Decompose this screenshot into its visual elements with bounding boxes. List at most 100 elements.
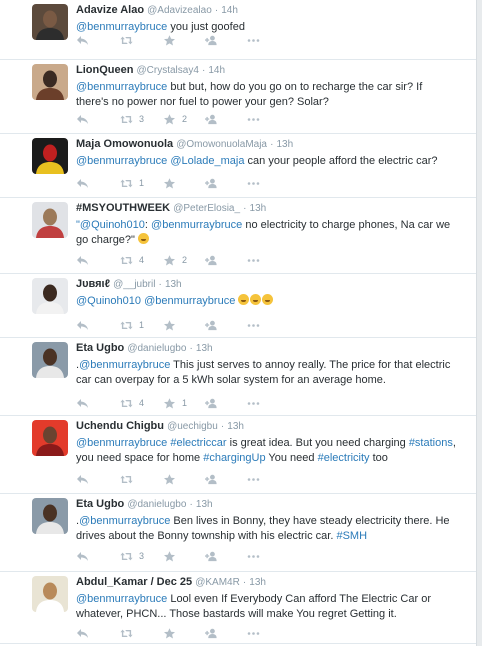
- hashtag-link[interactable]: #electriccar: [170, 437, 226, 449]
- avatar[interactable]: [32, 342, 68, 378]
- favorite-button[interactable]: 1: [163, 396, 205, 410]
- reply-button[interactable]: [76, 33, 120, 47]
- favorite-button[interactable]: 2: [163, 112, 205, 126]
- author-fullname[interactable]: Eta Ugbo: [76, 342, 124, 354]
- tweet-timestamp[interactable]: 13h: [250, 203, 267, 214]
- follow-button[interactable]: [205, 318, 247, 332]
- reply-button[interactable]: [76, 549, 120, 563]
- scrollbar-track[interactable]: [476, 0, 482, 646]
- more-button[interactable]: [247, 626, 277, 640]
- tweet[interactable]: Uchendu Chigbu @uechigbu · 13h @benmurray…: [0, 416, 476, 494]
- author-username[interactable]: @__jubril: [113, 279, 155, 290]
- author-username[interactable]: @uechigbu: [167, 421, 218, 432]
- avatar[interactable]: [32, 576, 68, 612]
- favorite-button[interactable]: [163, 472, 205, 486]
- retweet-button[interactable]: 1: [120, 318, 163, 332]
- tweet[interactable]: LionQueen @Crystalsay4 · 14h @benmurraybr…: [0, 60, 476, 134]
- retweet-button[interactable]: 1: [120, 176, 163, 190]
- hashtag-link[interactable]: #chargingUp: [203, 452, 265, 464]
- tweet[interactable]: #MSYOUTHWEEK @PeterElosia_ · 13h "@Quinoh…: [0, 198, 476, 274]
- tweet-timestamp[interactable]: 13h: [196, 499, 213, 510]
- favorite-button[interactable]: [163, 176, 205, 190]
- follow-button[interactable]: [205, 626, 247, 640]
- more-button[interactable]: [247, 396, 277, 410]
- author-fullname[interactable]: Maja Omowonuola: [76, 138, 173, 150]
- tweet[interactable]: Maja Omowonuola @OmowonuolaMaja · 13h @be…: [0, 134, 476, 198]
- more-button[interactable]: [247, 472, 277, 486]
- more-button[interactable]: [247, 112, 277, 126]
- more-button[interactable]: [247, 549, 277, 563]
- mention-link[interactable]: @Quinoh010: [80, 219, 145, 231]
- tweet-timestamp[interactable]: 13h: [196, 343, 213, 354]
- follow-button[interactable]: [205, 176, 247, 190]
- reply-button[interactable]: [76, 626, 120, 640]
- mention-link[interactable]: @benmurraybruce: [76, 593, 167, 605]
- tweet[interactable]: Eta Ugbo @danielugbo · 13h .@benmurraybru…: [0, 338, 476, 416]
- reply-button[interactable]: [76, 253, 120, 267]
- retweet-button[interactable]: 3: [120, 112, 163, 126]
- tweet-timestamp[interactable]: 13h: [165, 279, 182, 290]
- favorite-button[interactable]: [163, 549, 205, 563]
- mention-link[interactable]: @benmurraybruce: [76, 155, 167, 167]
- follow-button[interactable]: [205, 396, 247, 410]
- author-fullname[interactable]: Eta Ugbo: [76, 498, 124, 510]
- avatar[interactable]: [32, 202, 68, 238]
- author-username[interactable]: @Crystalsay4: [137, 65, 199, 76]
- avatar[interactable]: [32, 4, 68, 40]
- author-username[interactable]: @PeterElosia_: [173, 203, 240, 214]
- author-username[interactable]: @danielugbo: [127, 343, 186, 354]
- more-button[interactable]: [247, 176, 277, 190]
- author-fullname[interactable]: Uchendu Chigbu: [76, 420, 164, 432]
- more-button[interactable]: [247, 33, 277, 47]
- reply-button[interactable]: [76, 396, 120, 410]
- author-fullname[interactable]: LionQueen: [76, 64, 133, 76]
- favorite-button[interactable]: [163, 33, 205, 47]
- retweet-button[interactable]: 4: [120, 396, 163, 410]
- hashtag-link[interactable]: #electricity: [318, 452, 370, 464]
- avatar[interactable]: [32, 278, 68, 314]
- favorite-button[interactable]: 2: [163, 253, 205, 267]
- author-fullname[interactable]: Jυвяιℓ: [76, 278, 110, 290]
- tweet-timestamp[interactable]: 13h: [249, 577, 266, 588]
- mention-link[interactable]: @benmurraybruce: [79, 515, 170, 527]
- mention-link[interactable]: @Quinoh010: [76, 295, 141, 307]
- follow-button[interactable]: [205, 33, 247, 47]
- mention-link[interactable]: @benmurraybruce: [76, 437, 167, 449]
- more-button[interactable]: [247, 318, 277, 332]
- tweet-timestamp[interactable]: 13h: [276, 139, 293, 150]
- mention-link[interactable]: @Lolade_maja: [170, 155, 244, 167]
- author-username[interactable]: @OmowonuolaMaja: [176, 139, 267, 150]
- follow-button[interactable]: [205, 253, 247, 267]
- author-username[interactable]: @Adavizealao: [147, 5, 212, 16]
- follow-button[interactable]: [205, 472, 247, 486]
- tweet-timestamp[interactable]: 14h: [208, 65, 225, 76]
- follow-button[interactable]: [205, 112, 247, 126]
- tweet[interactable]: Eta Ugbo @danielugbo · 13h .@benmurraybru…: [0, 494, 476, 572]
- reply-button[interactable]: [76, 472, 120, 486]
- avatar[interactable]: [32, 420, 68, 456]
- reply-button[interactable]: [76, 176, 120, 190]
- author-fullname[interactable]: #MSYOUTHWEEK: [76, 202, 170, 214]
- tweet-timestamp[interactable]: 14h: [221, 5, 238, 16]
- mention-link[interactable]: @benmurraybruce: [144, 295, 235, 307]
- retweet-button[interactable]: [120, 626, 163, 640]
- author-fullname[interactable]: Adavize Alao: [76, 4, 144, 16]
- follow-button[interactable]: [205, 549, 247, 563]
- mention-link[interactable]: @benmurraybruce: [151, 219, 242, 231]
- retweet-button[interactable]: [120, 472, 163, 486]
- mention-link[interactable]: @benmurraybruce: [76, 21, 167, 33]
- reply-button[interactable]: [76, 112, 120, 126]
- retweet-button[interactable]: [120, 33, 163, 47]
- retweet-button[interactable]: 3: [120, 549, 163, 563]
- hashtag-link[interactable]: #SMH: [336, 530, 367, 542]
- author-username[interactable]: @danielugbo: [127, 499, 186, 510]
- favorite-button[interactable]: [163, 318, 205, 332]
- hashtag-link[interactable]: #stations: [409, 437, 453, 449]
- favorite-button[interactable]: [163, 626, 205, 640]
- mention-link[interactable]: @benmurraybruce: [79, 359, 170, 371]
- author-username[interactable]: @KAM4R: [195, 577, 240, 588]
- tweet[interactable]: Abdul_Kamar / Dec 25 @KAM4R · 13h @benmur…: [0, 572, 476, 644]
- avatar[interactable]: [32, 64, 68, 100]
- avatar[interactable]: [32, 138, 68, 174]
- author-fullname[interactable]: Abdul_Kamar / Dec 25: [76, 576, 192, 588]
